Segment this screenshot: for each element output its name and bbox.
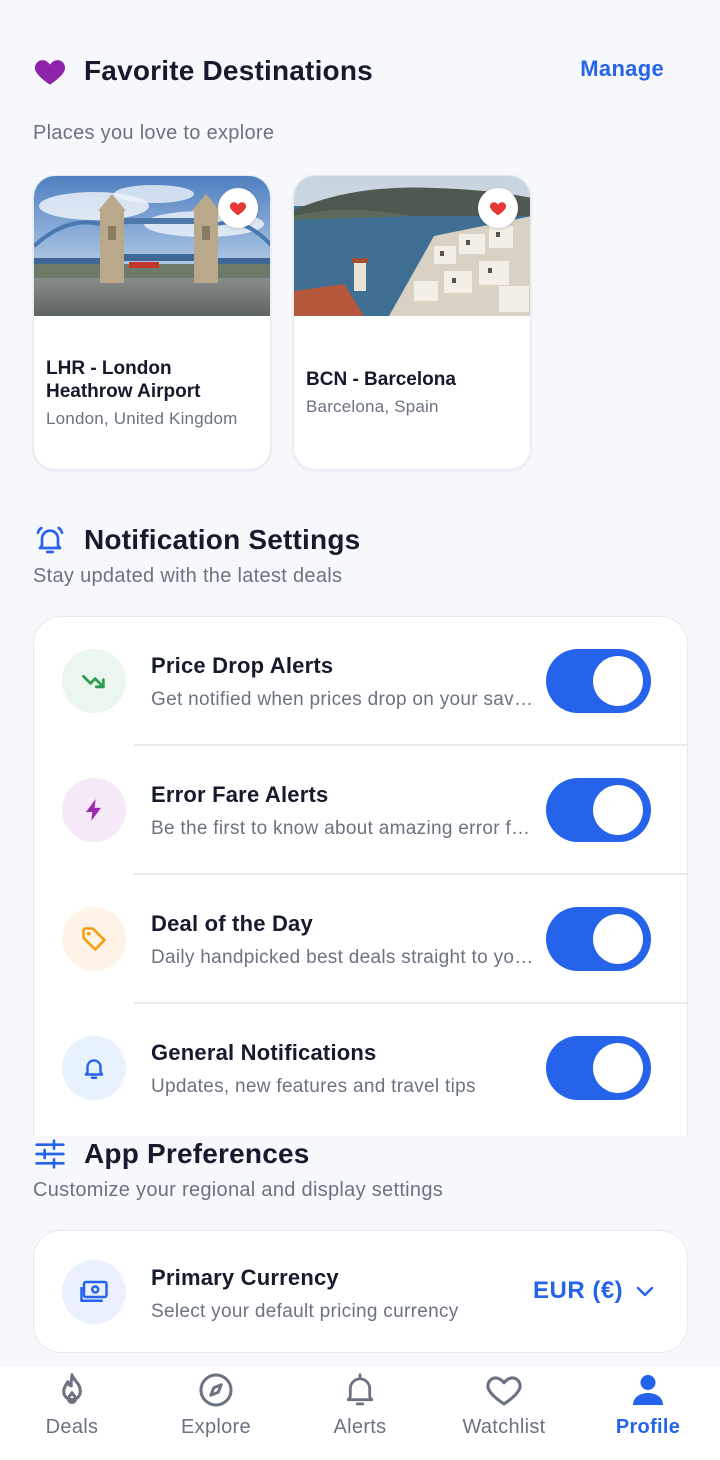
compass-icon — [196, 1370, 236, 1410]
preferences-subtitle: Customize your regional and display sett… — [33, 1179, 444, 1201]
preferences-header: App Preferences — [32, 1136, 310, 1172]
notification-title: Error Fare Alerts — [151, 782, 329, 807]
notification-description: Get notified when prices drop on your sa… — [151, 689, 535, 710]
currency-select[interactable]: EUR (€) — [533, 1277, 655, 1305]
currency-title: Primary Currency — [151, 1265, 339, 1290]
nav-label: Explore — [181, 1416, 251, 1438]
destination-card-london[interactable]: LHR - London Heathrow Airport London, Un… — [33, 175, 271, 470]
nav-item-watchlist[interactable]: Watchlist — [432, 1366, 576, 1460]
bell-icon — [62, 1036, 126, 1100]
barcelona-image — [294, 176, 530, 316]
price-drop-toggle[interactable] — [546, 649, 651, 713]
chevron-down-icon — [636, 1286, 654, 1297]
error-fare-toggle[interactable] — [546, 778, 651, 842]
deal-of-day-toggle[interactable] — [546, 907, 651, 971]
flame-icon — [52, 1370, 92, 1410]
favorite-toggle-button[interactable] — [478, 188, 518, 228]
nav-label: Watchlist — [462, 1416, 546, 1438]
destination-info: LHR - London Heathrow Airport London, Un… — [46, 316, 260, 469]
notification-row-general: General Notifications Updates, new featu… — [34, 1004, 687, 1133]
notification-row-price-drop: Price Drop Alerts Get notified when pric… — [34, 617, 687, 746]
person-icon — [628, 1370, 668, 1410]
general-notifications-toggle[interactable] — [546, 1036, 651, 1100]
currency-card[interactable]: Primary Currency Select your default pri… — [33, 1230, 688, 1353]
nav-item-explore[interactable]: Explore — [144, 1366, 288, 1460]
heart-icon — [32, 53, 68, 89]
manage-button[interactable]: Manage — [580, 56, 664, 82]
notifications-title: Notification Settings — [84, 524, 361, 555]
destination-name: BCN - Barcelona — [306, 369, 456, 390]
notification-title: General Notifications — [151, 1040, 377, 1065]
bottom-navigation: Deals Explore Alerts Watchlist Profile — [0, 1365, 720, 1460]
notification-title: Price Drop Alerts — [151, 653, 334, 678]
notification-description: Daily handpicked best deals straight to … — [151, 947, 535, 968]
notifications-header: Notification Settings — [32, 522, 360, 558]
destination-location: London, United Kingdom — [46, 408, 238, 428]
sliders-icon — [32, 1136, 68, 1172]
preferences-title: App Preferences — [84, 1138, 310, 1169]
notification-description: Updates, new features and travel tips — [151, 1076, 476, 1097]
destination-location: Barcelona, Spain — [306, 397, 439, 416]
favorites-header: Favorite Destinations — [32, 53, 373, 89]
notifications-subtitle: Stay updated with the latest deals — [33, 565, 343, 587]
notification-description: Be the first to know about amazing error… — [151, 818, 535, 839]
notification-title: Deal of the Day — [151, 911, 313, 936]
heart-filled-icon — [489, 202, 507, 216]
bell-icon — [340, 1370, 380, 1410]
notification-row-deal-of-day: Deal of the Day Daily handpicked best de… — [34, 875, 687, 1004]
currency-value: EUR (€) — [533, 1277, 624, 1304]
favorites-title: Favorite Destinations — [84, 55, 373, 86]
destination-info: BCN - Barcelona Barcelona, Spain — [306, 316, 520, 469]
destination-name: LHR - London Heathrow Airport — [46, 357, 201, 402]
bell-ring-icon — [32, 522, 68, 558]
notification-row-error-fare: Error Fare Alerts Be the first to know a… — [34, 746, 687, 875]
trending-down-icon — [62, 649, 126, 713]
lightning-icon — [62, 778, 126, 842]
nav-item-profile[interactable]: Profile — [576, 1366, 720, 1460]
london-image — [34, 176, 270, 316]
nav-label: Profile — [615, 1416, 681, 1438]
nav-item-deals[interactable]: Deals — [0, 1366, 144, 1460]
currency-icon — [62, 1260, 126, 1324]
notification-settings-card: Price Drop Alerts Get notified when pric… — [33, 616, 688, 1136]
heart-icon — [484, 1370, 524, 1410]
destination-card-barcelona[interactable]: BCN - Barcelona Barcelona, Spain — [293, 175, 531, 470]
favorites-subtitle: Places you love to explore — [33, 122, 275, 144]
nav-item-alerts[interactable]: Alerts — [288, 1366, 432, 1460]
favorite-toggle-button[interactable] — [218, 188, 258, 228]
currency-description: Select your default pricing currency — [151, 1301, 459, 1322]
nav-label: Deals — [45, 1416, 99, 1438]
tag-icon — [62, 907, 126, 971]
heart-filled-icon — [229, 202, 247, 216]
nav-label: Alerts — [333, 1416, 387, 1438]
